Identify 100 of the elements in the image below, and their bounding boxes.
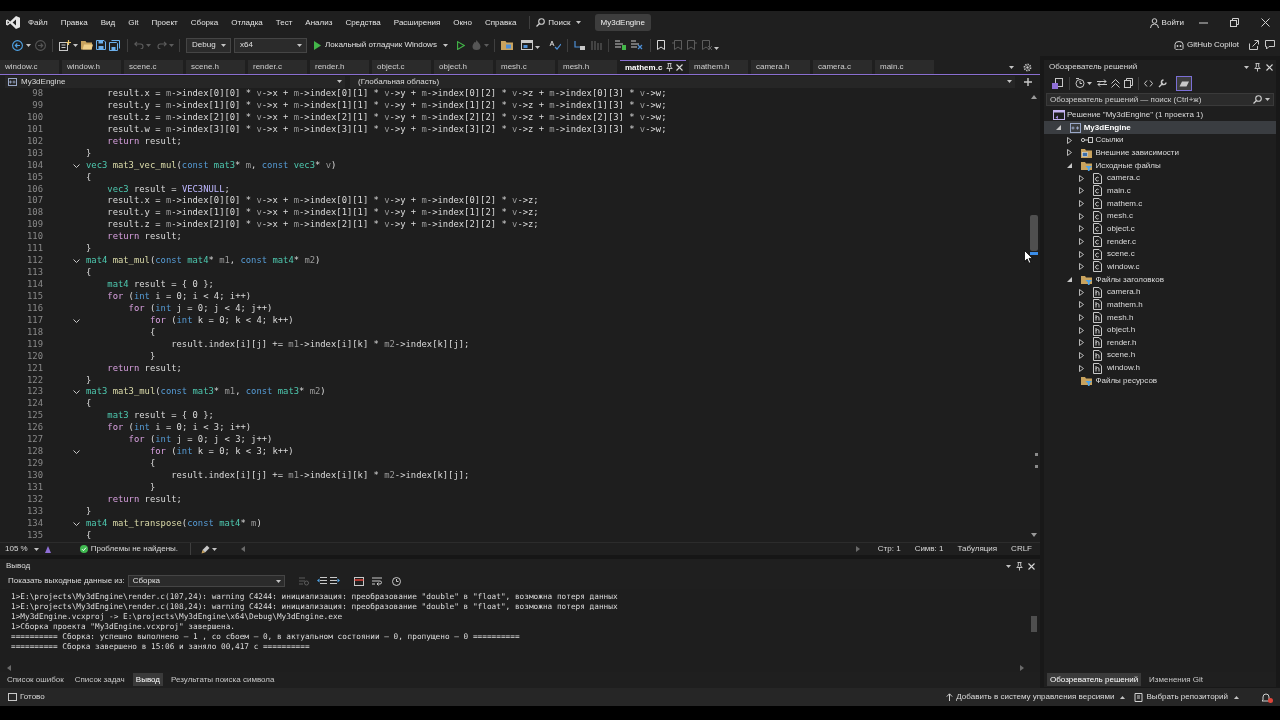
editor-tab[interactable]: camera.h [751,60,810,74]
feedback-icon[interactable] [1265,40,1275,50]
sign-in-button[interactable]: Войти [1149,17,1184,28]
menu-item[interactable]: Правка [60,18,88,27]
expanded-triangle-icon[interactable] [1067,277,1073,283]
editor-tab[interactable]: object.h [434,60,493,74]
collapsed-triangle-icon[interactable] [1079,352,1085,359]
pin-icon[interactable] [1254,62,1261,72]
redo-icon[interactable] [157,41,167,49]
collapse-all-icon[interactable] [1111,78,1120,88]
editor-tab[interactable]: render.h [310,60,369,74]
fold-chevron-icon[interactable] [73,259,80,264]
collapsed-triangle-icon[interactable] [1079,288,1085,296]
configuration-dropdown[interactable]: Debug [186,37,231,53]
tree-item[interactable]: camera.c [1107,172,1140,185]
problems-status[interactable]: Проблемы не найдены. [79,543,179,555]
tree-item[interactable]: mesh.h [1107,311,1134,324]
bookmark-next-icon[interactable] [686,40,697,50]
collapsed-triangle-icon[interactable] [1079,314,1085,321]
fold-chevron-icon[interactable] [73,521,80,526]
menu-item[interactable]: Средства [345,18,381,27]
close-icon[interactable] [1261,18,1270,27]
fold-chevron-icon[interactable] [73,450,80,455]
pin-icon[interactable] [1016,561,1023,571]
caret-icon[interactable] [1009,65,1014,69]
collapsed-triangle-icon[interactable] [1079,187,1085,195]
preview-toggle[interactable] [1176,75,1192,91]
bookmark-previous-icon[interactable] [671,40,682,50]
menu-item[interactable]: Окно [453,18,472,27]
close-icon[interactable] [1028,562,1035,570]
collapsed-triangle-icon[interactable] [1079,200,1085,208]
tree-item[interactable]: main.c [1107,184,1131,197]
scroll-up-arrow-icon[interactable] [1031,95,1037,99]
tree-item[interactable]: camera.h [1107,286,1141,299]
collapsed-triangle-icon[interactable] [1079,263,1085,271]
undo-icon[interactable] [134,41,144,49]
caret-icon[interactable] [713,47,719,50]
copy-icon[interactable] [1124,78,1133,88]
tree-item[interactable]: My3dEngine [1083,121,1131,134]
fold-chevron-icon[interactable] [73,163,80,168]
fold-chevron-icon[interactable] [73,390,80,395]
clock-icon[interactable] [391,576,401,586]
editor-tab[interactable]: main.c [875,60,934,74]
word-wrap-icon[interactable] [371,576,382,586]
caret-icon[interactable] [534,46,540,49]
scrollbar-thumb[interactable] [1030,215,1038,251]
scrollbar-thumb[interactable] [1031,616,1037,632]
open-folder-icon[interactable] [81,40,93,50]
expanded-triangle-icon[interactable] [1067,163,1073,169]
collapsed-triangle-icon[interactable] [1067,136,1073,144]
settings-icon[interactable] [1023,62,1032,72]
panel-tab[interactable]: Изменения Git [1146,673,1206,686]
tree-item[interactable]: scene.c [1107,248,1135,261]
tree-item[interactable]: render.c [1107,235,1136,248]
search-button[interactable]: Поиск [536,18,581,27]
caret-icon[interactable] [1006,564,1011,568]
panel-tab[interactable]: Результаты поиска символа [168,673,278,686]
tree-item[interactable]: mathem.h [1107,298,1143,311]
close-icon[interactable] [1266,63,1273,71]
new-item-icon[interactable] [59,39,71,51]
panel-tab[interactable]: Вывод [132,673,163,686]
source-control-button[interactable]: Добавить в систему управления версиями [946,691,1126,703]
tree-item[interactable]: Ссылки [1095,134,1124,147]
code-icon[interactable] [1144,79,1153,87]
editor-tab[interactable]: camera.c [813,60,872,74]
repository-button[interactable]: Выбрать репозиторий [1134,691,1239,703]
folder-icon[interactable] [500,40,513,50]
caret-icon[interactable] [1244,65,1249,69]
menu-item[interactable]: Git [128,18,139,27]
scroll-left-arrow-icon[interactable] [241,546,246,552]
selected-tree-row[interactable]: My3dEngine [1044,121,1276,134]
collapsed-triangle-icon[interactable] [1079,364,1085,372]
copilot-button[interactable]: GitHub Copilot [1173,39,1239,51]
history-icon[interactable] [1075,78,1085,88]
menu-item[interactable]: Расширения [393,18,441,27]
collapsed-triangle-icon[interactable] [1079,326,1085,334]
zoom-dropdown[interactable]: 105 % [5,543,39,555]
panel-tab[interactable]: Список ошибок [4,673,67,686]
tree-item[interactable]: window.c [1107,260,1140,273]
step-icon[interactable] [573,39,585,51]
scroll-down-arrow-icon[interactable] [1031,533,1037,537]
tree-item[interactable]: render.h [1107,336,1137,349]
menu-item[interactable]: Справка [484,18,517,27]
editor-tab[interactable]: scene.c [124,60,183,74]
restore-icon[interactable] [1230,18,1239,27]
tree-item[interactable]: Внешние зависимости [1095,147,1179,159]
save-icon[interactable] [96,40,106,50]
collapsed-triangle-icon[interactable] [1079,225,1085,233]
editor-tab[interactable]: scene.h [186,60,245,74]
triangle-icon[interactable] [43,544,52,554]
scroll-left-arrow-icon[interactable] [7,664,11,671]
share-icon[interactable] [1249,40,1259,50]
tree-item[interactable]: Исходные файлы [1095,159,1161,172]
menu-item[interactable]: Проект [151,18,178,27]
editor-tab[interactable]: mathem.c [620,60,686,74]
tree-item[interactable]: object.c [1107,222,1135,235]
scope-dropdown[interactable]: (Глобальная область) [350,75,1015,88]
caret-icon[interactable] [73,43,78,47]
search-field[interactable]: Обозреватель решений — поиск (Ctrl+ж) [1046,93,1274,106]
collapsed-triangle-icon[interactable] [1079,301,1085,309]
